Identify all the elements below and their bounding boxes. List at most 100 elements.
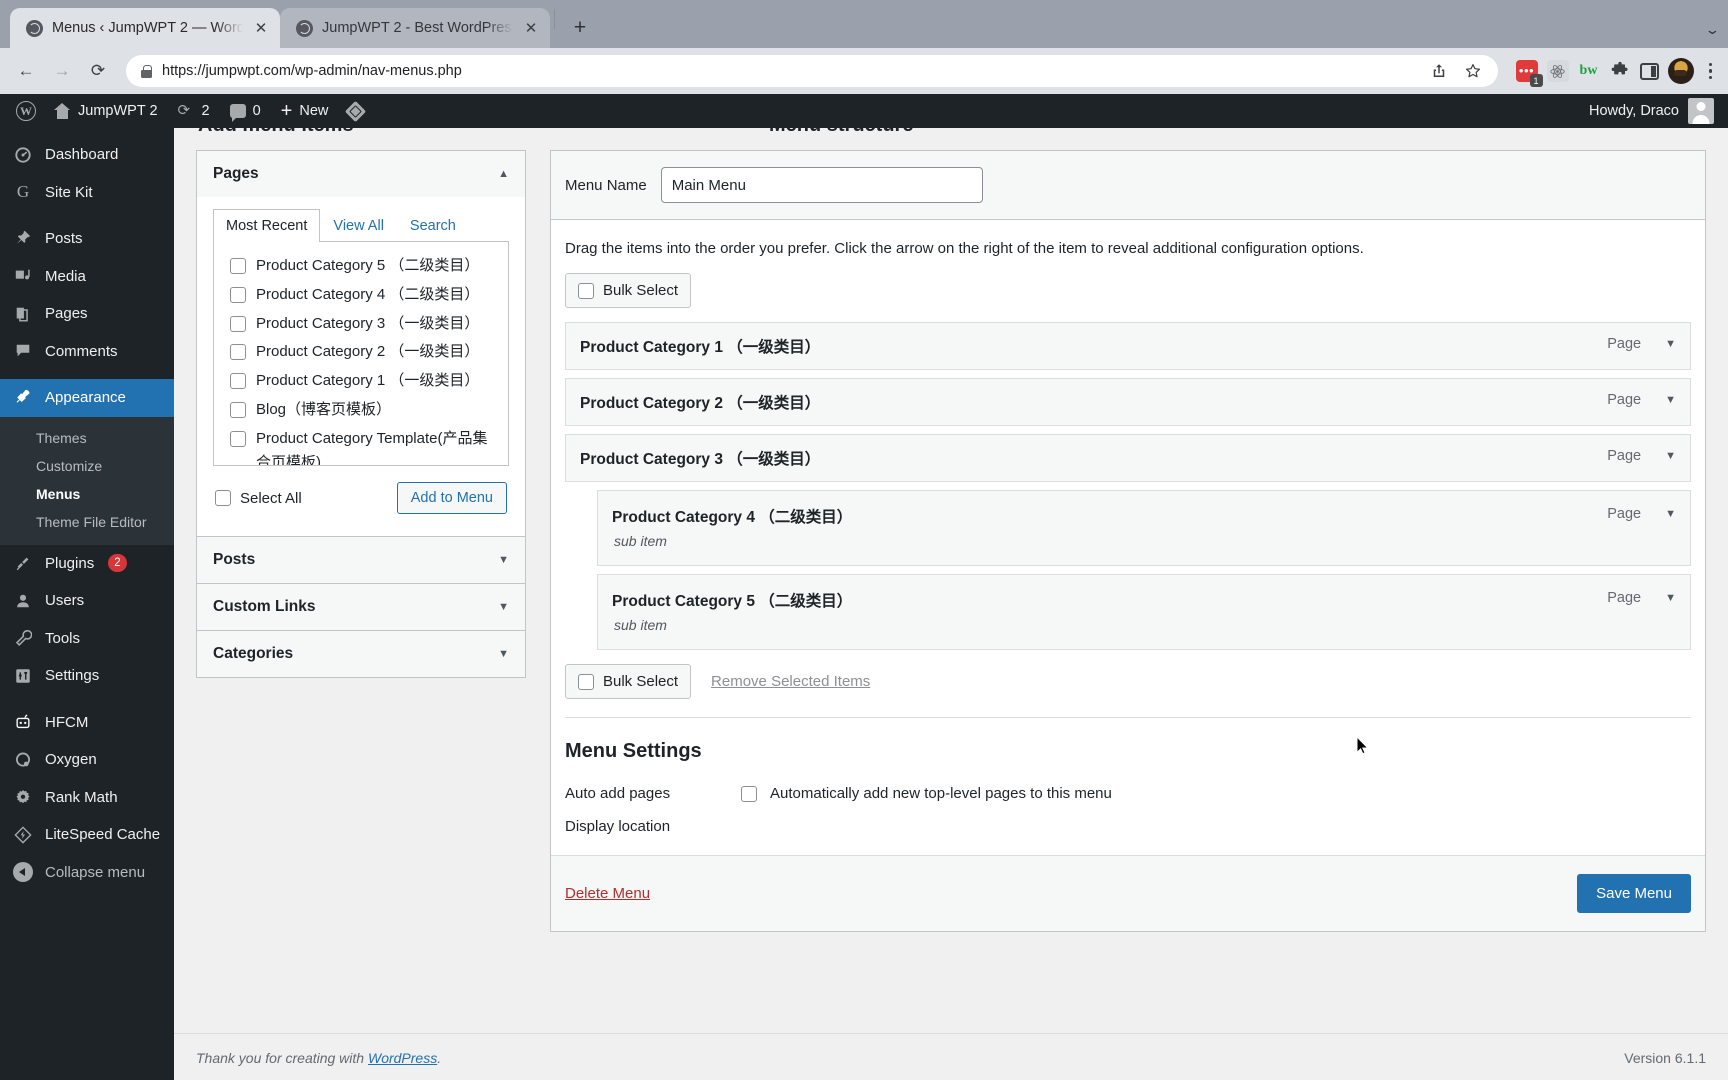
menu-name-input[interactable] (660, 167, 983, 203)
checkbox[interactable] (230, 344, 246, 361)
react-devtools-icon[interactable] (1546, 60, 1569, 82)
litespeed-adminbar-menu[interactable] (338, 94, 373, 128)
sidebar-item-appearance[interactable]: Appearance (0, 379, 174, 417)
sidebar-subitem-themes[interactable]: Themes (0, 424, 174, 452)
list-item[interactable]: Product Category 2 （一级类目） (214, 338, 508, 367)
select-all-checkbox[interactable] (215, 490, 231, 506)
sidebar-item-site-kit[interactable]: G Site Kit (0, 174, 174, 212)
bulk-select-top-button[interactable]: Bulk Select (565, 273, 692, 308)
menu-item-row[interactable]: Product Category 3 （一级类目） Page ▼ (565, 434, 1691, 482)
add-to-menu-button[interactable]: Add to Menu (396, 482, 507, 514)
sidebar-item-hfcm[interactable]: HFCM (0, 704, 174, 742)
sidebar-item-rank-math[interactable]: Rank Math (0, 779, 174, 817)
reload-button[interactable]: ⟳ (82, 55, 114, 87)
sidebar-item-tools[interactable]: Tools (0, 620, 174, 658)
chevron-down-icon[interactable]: ▼ (498, 554, 509, 566)
list-item[interactable]: Product Category 1 （一级类目） (214, 367, 508, 396)
new-tab-button[interactable]: + (565, 13, 595, 43)
list-item[interactable]: Product Category 4 （二级类目） (214, 281, 508, 310)
chevron-up-icon[interactable]: ▲ (498, 168, 509, 180)
sidebar-item-plugins[interactable]: Plugins 2 (0, 545, 174, 583)
remove-selected-items-link[interactable]: Remove Selected Items (711, 673, 870, 690)
bulk-select-bottom-button[interactable]: Bulk Select (565, 664, 692, 699)
checkbox[interactable] (230, 401, 246, 418)
bulk-select-label: Bulk Select (603, 282, 679, 299)
checkbox[interactable] (230, 315, 246, 332)
list-item[interactable]: Product Category Template(产品集合页模板) (214, 425, 508, 466)
menu-item-row-sub[interactable]: Product Category 5 （二级类目） sub item Page … (597, 574, 1691, 650)
close-icon[interactable]: ✕ (252, 19, 270, 37)
sidebar-subitem-theme-file-editor[interactable]: Theme File Editor (0, 508, 174, 536)
chevron-down-icon[interactable]: ▼ (1665, 338, 1676, 350)
share-icon[interactable] (1430, 62, 1448, 80)
checkbox[interactable] (230, 430, 246, 447)
checkbox[interactable] (230, 258, 246, 274)
browser-tab-1[interactable]: JumpWPT 2 - Best WordPress ✕ (280, 8, 550, 48)
browser-menu-icon[interactable] (1703, 62, 1719, 80)
posts-accordion-header[interactable]: Posts ▼ (197, 537, 525, 583)
list-item[interactable]: Product Category 5 （二级类目） (214, 252, 508, 281)
save-menu-button[interactable]: Save Menu (1577, 874, 1691, 913)
new-content-menu[interactable]: + New (271, 94, 339, 128)
chevron-down-icon[interactable]: ▼ (1665, 508, 1676, 520)
select-all-row[interactable]: Select All (215, 490, 302, 507)
comments-menu[interactable]: 0 (220, 94, 271, 128)
delete-menu-link[interactable]: Delete Menu (565, 885, 650, 902)
list-item[interactable]: Blog（博客页模板） (214, 396, 508, 425)
pages-checkbox-list[interactable]: Product Category 5 （二级类目） Product Catego… (213, 241, 509, 466)
menu-item-row[interactable]: Product Category 2 （一级类目） Page ▼ (565, 378, 1691, 426)
puzzle-icon[interactable] (1609, 60, 1631, 82)
back-button[interactable]: ← (10, 55, 42, 87)
tab-view-all[interactable]: View All (320, 209, 397, 242)
checkbox[interactable] (230, 373, 246, 389)
chevron-down-icon[interactable]: ⌄ (1705, 22, 1721, 38)
side-panel-icon[interactable] (1639, 62, 1659, 80)
sidebar-item-label: Appearance (45, 389, 126, 407)
list-item[interactable]: Product Category 3 （一级类目） (214, 310, 508, 339)
checkbox[interactable] (578, 282, 594, 299)
sidebar-item-dashboard[interactable]: Dashboard (0, 136, 174, 174)
categories-accordion-header[interactable]: Categories ▼ (197, 631, 525, 677)
bw-extension-icon[interactable]: bw (1578, 60, 1600, 82)
custom-links-accordion-header[interactable]: Custom Links ▼ (197, 584, 525, 630)
menu-item-row-sub[interactable]: Product Category 4 （二级类目） sub item Page … (597, 490, 1691, 566)
sidebar-item-pages[interactable]: Pages (0, 295, 174, 333)
sidebar-item-users[interactable]: Users (0, 582, 174, 620)
wordpress-link[interactable]: WordPress (368, 1050, 437, 1066)
chevron-down-icon[interactable]: ▼ (1665, 592, 1676, 604)
sidebar-item-media[interactable]: Media (0, 258, 174, 296)
collapse-menu-button[interactable]: Collapse menu (0, 854, 174, 892)
chevron-down-icon[interactable]: ▼ (1665, 394, 1676, 406)
sidebar-subitem-customize[interactable]: Customize (0, 452, 174, 480)
tab-most-recent[interactable]: Most Recent (213, 209, 321, 242)
sidebar-item-posts[interactable]: Posts (0, 220, 174, 258)
tab-search[interactable]: Search (397, 209, 469, 242)
list-item-label: Product Category Template(产品集合页模板) (256, 429, 488, 466)
revisions-icon: ⟳ (177, 101, 191, 119)
auto-add-pages-checkbox[interactable] (741, 785, 757, 802)
browser-profile-avatar[interactable] (1667, 58, 1694, 84)
pages-accordion-header[interactable]: Pages ▲ (197, 151, 525, 197)
chevron-down-icon[interactable]: ▼ (1665, 450, 1676, 462)
sidebar-subitem-menus[interactable]: Menus (0, 480, 174, 508)
sidebar-item-settings[interactable]: Settings (0, 657, 174, 695)
sidebar-item-oxygen[interactable]: Oxygen (0, 741, 174, 779)
close-icon[interactable]: ✕ (522, 19, 540, 37)
menu-item-row[interactable]: Product Category 1 （一级类目） Page ▼ (565, 322, 1691, 370)
wp-logo-menu[interactable]: W (8, 94, 44, 128)
account-menu[interactable]: Howdy, Draco (1589, 98, 1728, 124)
checkbox[interactable] (230, 286, 246, 303)
chevron-down-icon[interactable]: ▼ (498, 648, 509, 660)
revisions-menu[interactable]: ⟳ 2 (168, 94, 220, 128)
site-name-menu[interactable]: JumpWPT 2 (44, 94, 168, 128)
forward-button[interactable]: → (46, 55, 78, 87)
checkbox[interactable] (578, 673, 594, 690)
browser-tab-bar: Menus ‹ JumpWPT 2 — WordP ✕ JumpWPT 2 - … (0, 0, 1728, 48)
star-icon[interactable] (1464, 62, 1482, 80)
chevron-down-icon[interactable]: ▼ (498, 601, 509, 613)
sidebar-item-comments[interactable]: Comments (0, 333, 174, 371)
browser-tab-0[interactable]: Menus ‹ JumpWPT 2 — WordP ✕ (10, 8, 280, 48)
address-bar[interactable]: https://jumpwpt.com/wp-admin/nav-menus.p… (126, 55, 1498, 87)
dots-extension-icon[interactable]: ••• 1 (1515, 60, 1543, 87)
sidebar-item-litespeed-cache[interactable]: LiteSpeed Cache (0, 816, 174, 854)
